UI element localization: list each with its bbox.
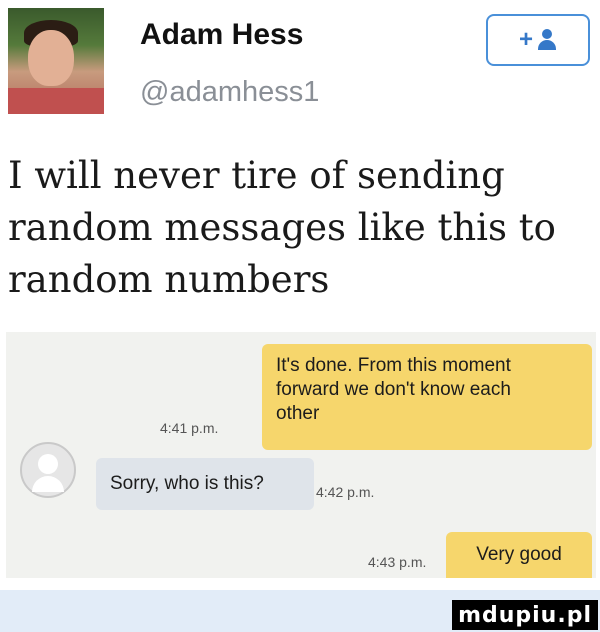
display-name[interactable]: Adam Hess [140,18,303,52]
message-line: other [276,403,320,424]
follow-plus: + [518,26,533,53]
tweet-text: I will never tire of sending random mess… [8,150,593,306]
message-line: It's done. From this moment [276,355,511,376]
contact-avatar-body [32,476,64,492]
sms-screenshot: It's done. From this moment forward we d… [6,332,596,578]
message-timestamp: 4:41 p.m. [160,420,219,436]
profile-avatar[interactable] [8,8,104,114]
message-timestamp: 4:43 p.m. [368,554,427,570]
contact-avatar-icon [20,442,76,498]
avatar-face [28,30,74,86]
incoming-message-bubble: Very good [446,532,592,578]
message-timestamp: 4:42 p.m. [316,484,375,500]
avatar-shirt [8,88,104,114]
contact-avatar-head [38,454,58,474]
outgoing-message-bubble: Sorry, who is this? [96,458,314,510]
follow-button[interactable]: + [486,14,590,66]
incoming-message-bubble: It's done. From this moment forward we d… [262,344,592,450]
message-line: forward we don't know each [276,379,511,400]
user-handle[interactable]: @adamhess1 [140,76,319,109]
add-person-icon [537,29,557,51]
watermark-logo: mdupiu.pl [452,600,598,630]
tweet-line: random numbers [8,258,330,301]
tweet-line: I will never tire of sending [8,154,505,197]
tweet-line: random messages like this to [8,206,556,249]
